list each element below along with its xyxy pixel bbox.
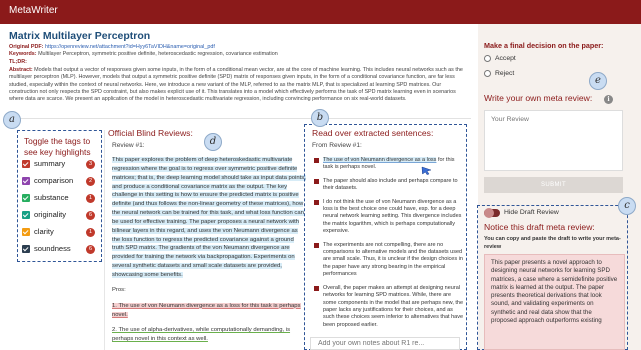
- tag-count-badge: 1: [86, 194, 95, 203]
- accept-option[interactable]: Accept: [484, 54, 564, 64]
- tag-label: substance: [34, 193, 69, 202]
- submit-button[interactable]: SUBMIT: [484, 177, 623, 193]
- tag-label: soundness: [34, 244, 71, 253]
- tag-label: comparison: [34, 176, 74, 185]
- pro-text: 1. The use of von Neumann divergence as …: [112, 302, 301, 318]
- extracted-item[interactable]: Overall, the paper makes an attempt at d…: [314, 285, 464, 327]
- official-reviews-title: Official Blind Reviews:: [108, 128, 193, 138]
- hide-draft-toggle[interactable]: [484, 208, 500, 218]
- reject-option[interactable]: Reject: [484, 69, 564, 79]
- tag-toggle-summary[interactable]: summary 3: [22, 159, 97, 171]
- bullet-icon: [314, 178, 319, 184]
- extracted-item[interactable]: The paper should also include and perhap…: [314, 178, 464, 193]
- toggle-label: Hide Draft Review: [504, 209, 559, 216]
- draft-review-text: This paper presents a novel approach to …: [484, 254, 625, 350]
- checkbox-icon[interactable]: [22, 160, 30, 168]
- bullet-icon: [314, 242, 319, 248]
- pro-item-1: 1. The use of von Neumann divergence as …: [112, 302, 307, 320]
- tag-label: summary: [34, 159, 66, 168]
- add-notes-input[interactable]: [310, 337, 460, 350]
- extracted-text: The paper should also include and perhap…: [323, 177, 458, 192]
- review-body: This paper explores the problem of deep …: [112, 156, 307, 350]
- checkbox-icon[interactable]: [22, 194, 30, 202]
- pro-item-2: 2. The use of alpha-derivatives, while c…: [112, 326, 307, 344]
- tag-label: clarity: [34, 227, 54, 236]
- bullet-icon: [314, 158, 319, 163]
- meta-review-input[interactable]: [484, 110, 623, 171]
- tag-count-badge: 3: [86, 160, 95, 169]
- extracted-list: The use of von Neumann divergence as a l…: [314, 157, 464, 327]
- draft-notice-subtitle: You can copy and paste the draft to writ…: [484, 236, 621, 251]
- app-title: MetaWriter: [9, 5, 58, 16]
- callout-marker-c: c: [618, 197, 636, 215]
- abstract-line: Abstract: Models that output a vector of…: [9, 67, 471, 103]
- original-pdf-link[interactable]: https://openreview.net/attachment?id=Hyy…: [45, 44, 215, 50]
- reject-label: Reject: [495, 70, 515, 77]
- tag-toggle-clarity[interactable]: clarity 1: [22, 227, 97, 239]
- tag-count-badge: 6: [86, 245, 95, 254]
- extracted-item[interactable]: I do not think the use of von Neumann di…: [314, 199, 464, 236]
- extracted-item[interactable]: The use of von Neumann divergence as a l…: [314, 157, 464, 172]
- extracted-text: I do not think the use of von Neumann di…: [323, 198, 462, 235]
- tag-count-badge: 2: [86, 177, 95, 186]
- tag-toggle-originality[interactable]: originality 6: [22, 210, 97, 222]
- checkbox-icon[interactable]: [22, 228, 30, 236]
- bullet-icon: [314, 285, 319, 291]
- own-review-title: Write your own meta review:: [484, 93, 593, 103]
- paper-info: Matrix Multilayer Perceptron Original PD…: [9, 30, 471, 103]
- bullet-icon: [314, 199, 319, 205]
- extracted-highlight: The use of von Neumann divergence as a l…: [323, 157, 437, 163]
- review-text: This paper explores the problem of deep …: [112, 157, 306, 278]
- callout-marker-d: d: [204, 133, 222, 151]
- extracted-item[interactable]: The experiments are not compelling, ther…: [314, 242, 464, 279]
- draft-notice-title: Notice this draft meta review:: [484, 222, 595, 232]
- tag-toggle-comparison[interactable]: comparison 2: [22, 176, 97, 188]
- tag-toggle-substance[interactable]: substance 1: [22, 193, 97, 205]
- tag-count-badge: 1: [86, 228, 95, 237]
- app-header: MetaWriter: [0, 0, 641, 24]
- info-icon[interactable]: i: [604, 95, 613, 104]
- keywords-label: Keywords:: [9, 51, 37, 58]
- tag-toggle-soundness[interactable]: soundness 6: [22, 244, 97, 256]
- checkbox-icon[interactable]: [22, 211, 30, 219]
- pro-text: 2. The use of alpha-derivatives, while c…: [112, 327, 291, 343]
- callout-marker-a: a: [3, 111, 21, 129]
- hand-pointer-icon: [421, 166, 432, 175]
- original-pdf-line: Original PDF: https://openreview.net/att…: [9, 44, 471, 51]
- callout-marker-b: b: [311, 109, 329, 127]
- abstract-text: Models that output a vector of responses…: [9, 67, 463, 103]
- section-divider: [9, 118, 471, 119]
- abstract-label: Abstract:: [9, 67, 33, 74]
- radio-icon[interactable]: [484, 70, 491, 77]
- keywords-line: Keywords: Multilayer Perceptron, symmetr…: [9, 51, 471, 58]
- extracted-title: Read over extracted sentences:: [312, 128, 434, 138]
- toggle-knob: [484, 208, 494, 218]
- review-label: Review #1:: [112, 142, 145, 149]
- extracted-review-label: From Review #1:: [312, 142, 362, 149]
- pros-label: Pros:: [112, 286, 126, 293]
- tldr-line: TL;DR:: [9, 59, 471, 66]
- keywords-value: Multilayer Perceptron, symmetric positiv…: [38, 51, 278, 58]
- extracted-text: Overall, the paper makes an attempt at d…: [323, 284, 464, 327]
- tag-count-badge: 6: [86, 211, 95, 220]
- tldr-label: TL;DR:: [9, 58, 27, 65]
- decision-title: Make a final decision on the paper:: [484, 41, 604, 50]
- checkbox-icon[interactable]: [22, 245, 30, 253]
- original-pdf-label: Original PDF:: [9, 44, 44, 50]
- tags-title: Toggle the tags to see key highlights: [24, 136, 91, 157]
- radio-icon[interactable]: [484, 55, 491, 62]
- checkbox-icon[interactable]: [22, 177, 30, 185]
- extracted-text: The experiments are not compelling, ther…: [323, 241, 463, 278]
- column-divider: [104, 130, 105, 350]
- paper-title: Matrix Multilayer Perceptron: [9, 30, 151, 42]
- callout-marker-e: e: [589, 72, 607, 90]
- accept-label: Accept: [495, 55, 516, 62]
- tag-label: originality: [34, 210, 67, 219]
